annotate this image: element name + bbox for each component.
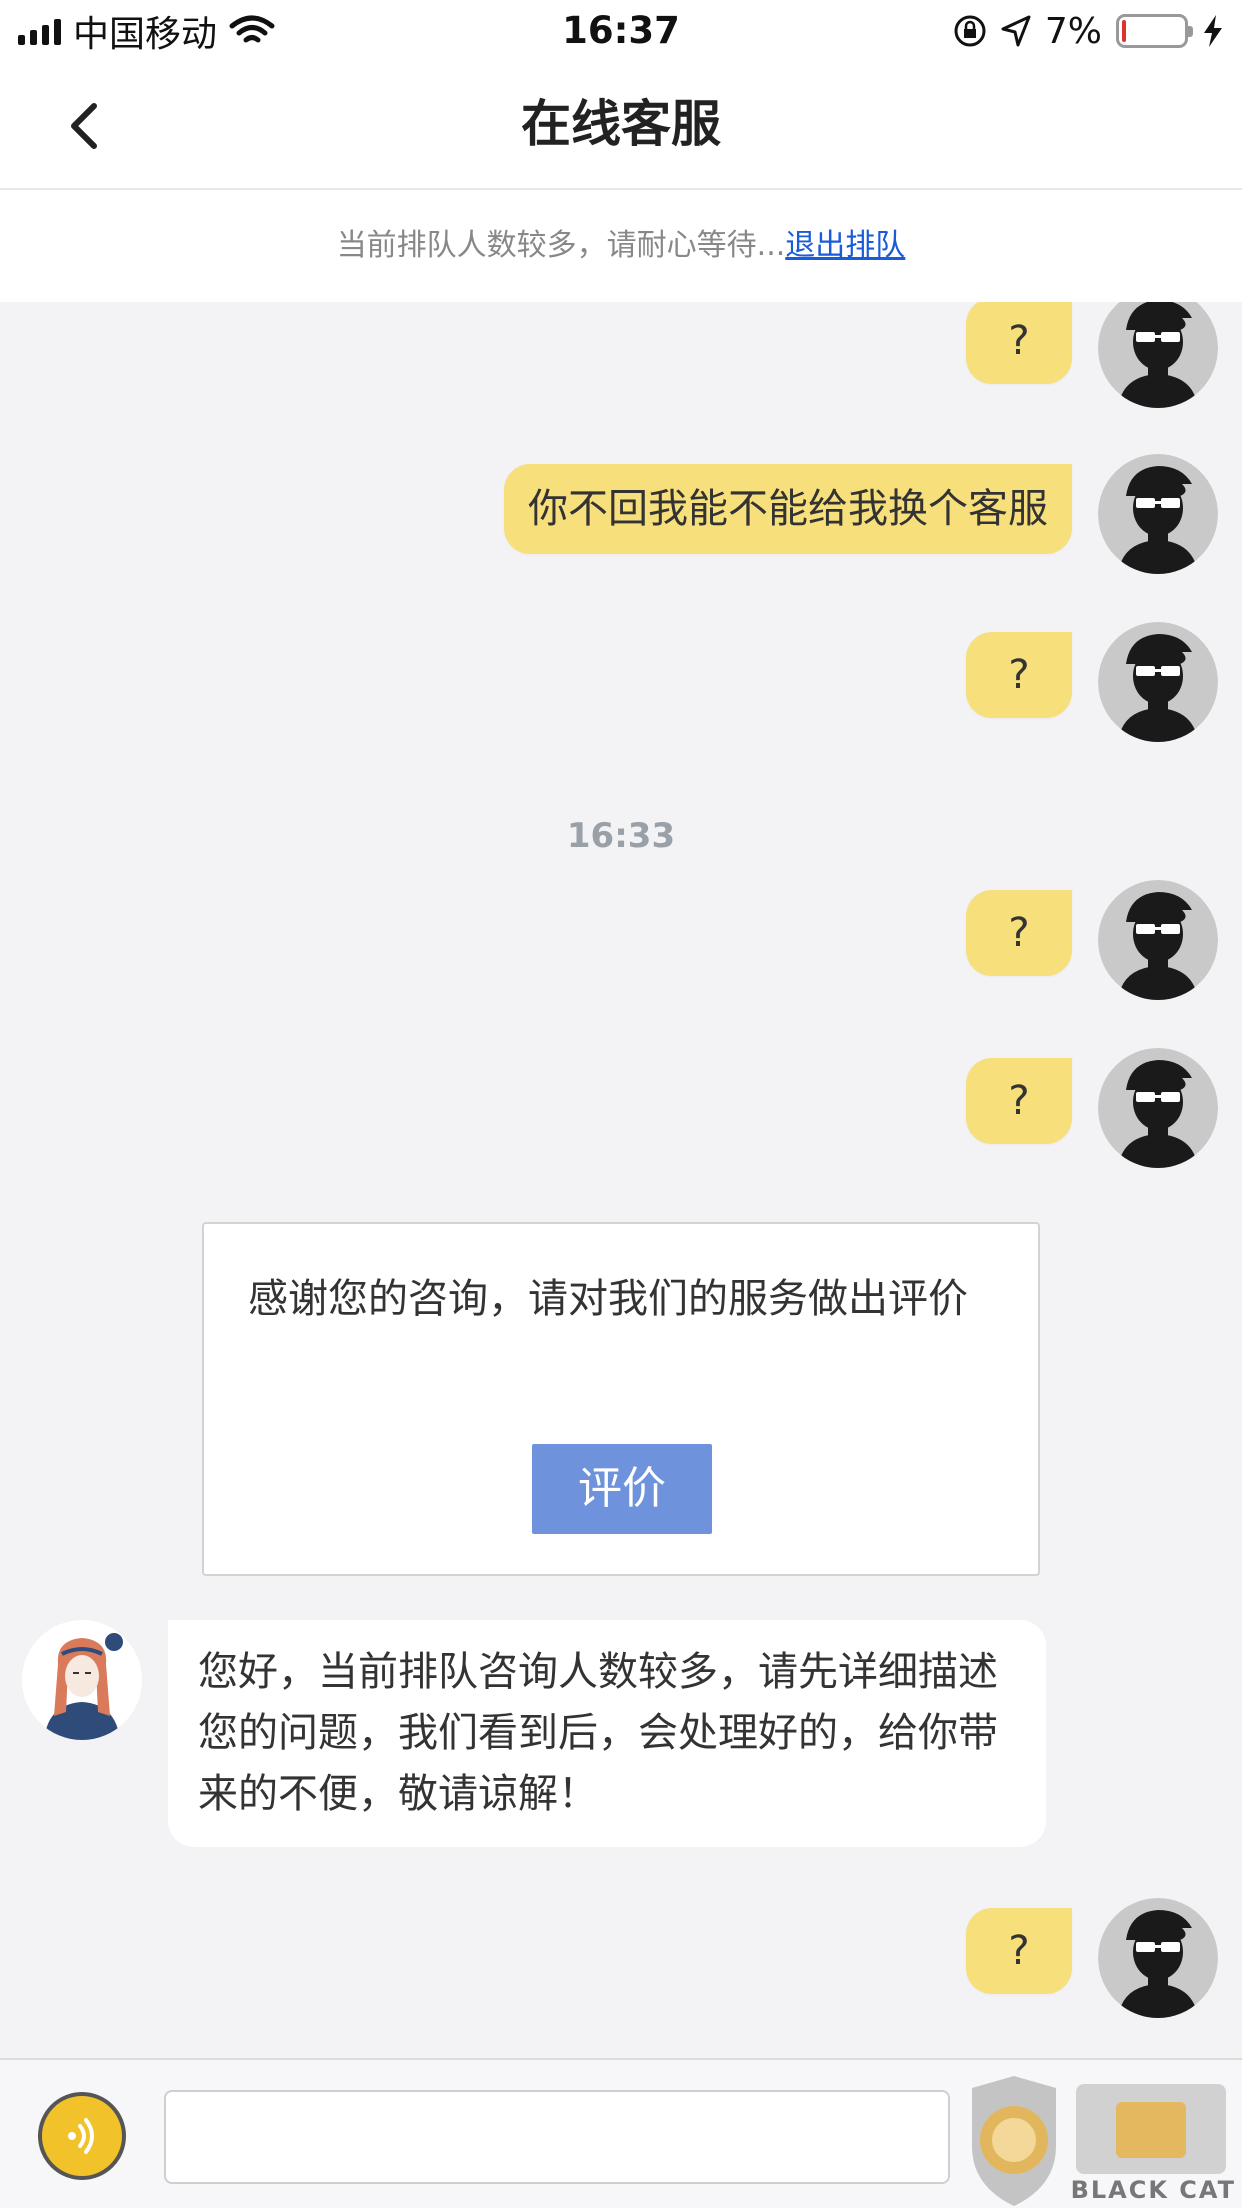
queue-notice-text: 当前排队人数较多，请耐心等待... (336, 228, 786, 263)
user-message-bubble[interactable]: 你不回我能不能给我换个客服 (504, 464, 1072, 554)
user-message-bubble[interactable]: ? (966, 1058, 1072, 1144)
watermark-text: BLACK CAT (1070, 2176, 1236, 2204)
voice-icon (68, 2118, 94, 2154)
battery-icon (1116, 14, 1193, 48)
status-bar: 中国移动 16:37 7% (0, 0, 1242, 62)
user-message-bubble[interactable]: ? (966, 302, 1072, 384)
user-message: ? (966, 880, 1218, 1000)
chat-area[interactable]: ? 你不回我能不能给我换个客服 ? 16:33 ? ? 感谢您的咨询，请对我们的… (0, 302, 1242, 2058)
user-avatar[interactable] (1098, 1898, 1218, 2018)
user-message: ? (966, 302, 1218, 408)
agent-message: 您好，当前排队咨询人数较多，请先详细描述您的问题，我们看到后，会处理好的，给你带… (22, 1620, 1046, 1847)
charging-bolt-icon (1204, 15, 1222, 47)
user-message: 你不回我能不能给我换个客服 (504, 454, 1218, 574)
battery-level (1122, 20, 1126, 42)
agent-avatar[interactable] (22, 1620, 142, 1740)
user-message-bubble[interactable]: ? (966, 890, 1072, 976)
watermark-logo: BLACK CAT (966, 2066, 1242, 2208)
evaluate-button[interactable]: 评价 (532, 1444, 712, 1534)
user-message: ? (966, 1048, 1218, 1168)
nav-bar: 在线客服 (0, 62, 1242, 190)
battery-percent: 7% (1044, 10, 1102, 52)
queue-notice: 当前排队人数较多，请耐心等待...退出排队 (0, 190, 1242, 302)
status-right: 7% (953, 8, 1224, 54)
voice-button[interactable] (38, 2092, 126, 2180)
message-input[interactable] (164, 2090, 950, 2184)
evaluation-prompt: 感谢您的咨询，请对我们的服务做出评价 (248, 1276, 968, 1322)
exit-queue-link[interactable]: 退出排队 (785, 228, 905, 263)
input-bar: BLACK CAT (0, 2058, 1242, 2208)
chat-timestamp: 16:33 (566, 816, 676, 856)
user-avatar[interactable] (1098, 302, 1218, 408)
user-message: ? (966, 622, 1218, 742)
user-avatar[interactable] (1098, 880, 1218, 1000)
evaluation-card: 感谢您的咨询，请对我们的服务做出评价 评价 (202, 1222, 1040, 1576)
user-message: ? (966, 1898, 1218, 2018)
user-avatar[interactable] (1098, 454, 1218, 574)
user-avatar[interactable] (1098, 622, 1218, 742)
rotation-lock-icon (954, 15, 986, 47)
page-title: 在线客服 (521, 95, 721, 153)
location-icon (1001, 15, 1031, 47)
user-message-bubble[interactable]: ? (966, 1908, 1072, 1994)
user-avatar[interactable] (1098, 1048, 1218, 1168)
agent-message-bubble[interactable]: 您好，当前排队咨询人数较多，请先详细描述您的问题，我们看到后，会处理好的，给你带… (168, 1620, 1046, 1847)
user-message-bubble[interactable]: ? (966, 632, 1072, 718)
